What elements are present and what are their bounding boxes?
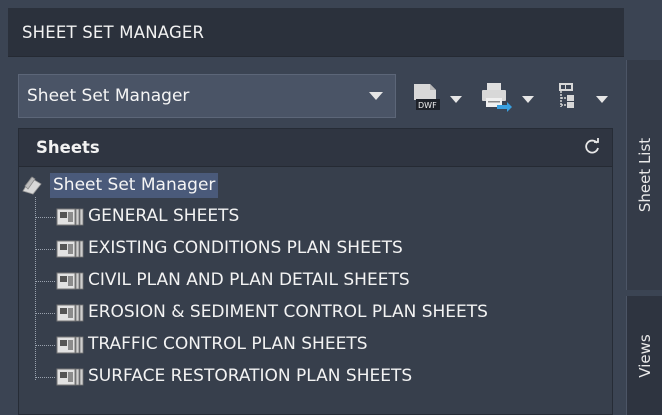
palette-title: SHEET SET MANAGER xyxy=(22,23,205,42)
tree-branch-line xyxy=(35,377,55,378)
sheet-set-dropdown-value: Sheet Set Manager xyxy=(27,86,190,106)
tree-branch-line xyxy=(35,345,55,346)
tab-views-label: Views xyxy=(636,333,654,378)
publish-dropdown-chevron-icon[interactable] xyxy=(450,96,462,103)
tree-branch-line xyxy=(35,313,55,314)
printer-icon xyxy=(482,83,512,112)
tree-branch-line xyxy=(35,281,55,282)
sheet-subset-icon xyxy=(56,368,84,386)
tree-branch-line xyxy=(35,249,55,250)
chevron-down-icon xyxy=(369,92,383,100)
sheet-subset-icon xyxy=(56,208,84,226)
sheet-set-icon xyxy=(22,176,42,195)
tree-item-label: CIVIL PLAN AND PLAN DETAIL SHEETS xyxy=(88,270,410,290)
window-frame-top xyxy=(0,0,662,8)
tree-item-label: GENERAL SHEETS xyxy=(88,206,240,226)
publish-dwf-icon-text: DWF xyxy=(418,101,437,110)
publish-dwf-button[interactable]: DWF xyxy=(410,80,444,112)
tree-item-label: EXISTING CONDITIONS PLAN SHEETS xyxy=(88,238,403,258)
tab-sheet-list[interactable]: Sheet List xyxy=(626,60,662,290)
sheets-panel-header: Sheets xyxy=(19,129,612,167)
window-frame-left xyxy=(0,0,8,415)
sheet-tree-icon xyxy=(559,83,574,108)
sheets-panel-title: Sheets xyxy=(36,138,100,157)
sheet-tools-dropdown-chevron-icon[interactable] xyxy=(596,96,608,103)
palette-title-bar[interactable]: SHEET SET MANAGER xyxy=(8,8,624,57)
tree-item-label: SURFACE RESTORATION PLAN SHEETS xyxy=(88,366,413,386)
tree-connector-line xyxy=(35,197,36,380)
tab-sheet-list-label: Sheet List xyxy=(636,137,654,213)
sheet-subset-icon xyxy=(56,336,84,354)
plot-dropdown-chevron-icon[interactable] xyxy=(522,96,534,103)
tree-branch-line xyxy=(35,217,55,218)
sheet-set-dropdown[interactable]: Sheet Set Manager xyxy=(18,74,396,118)
refresh-icon[interactable] xyxy=(582,137,602,157)
sheet-subset-icon xyxy=(56,240,84,258)
tab-views[interactable]: Views xyxy=(626,296,662,415)
plot-button[interactable] xyxy=(479,80,513,112)
tree-item-label: EROSION & SEDIMENT CONTROL PLAN SHEETS xyxy=(88,302,488,322)
sheet-subset-icon xyxy=(56,272,84,290)
tree-item-label: TRAFFIC CONTROL PLAN SHEETS xyxy=(88,334,368,354)
tree-root-label: Sheet Set Manager xyxy=(50,173,219,198)
publish-dwf-icon: DWF xyxy=(414,84,440,110)
sheet-set-tools-button[interactable] xyxy=(553,80,581,112)
sheets-panel: Sheets Sheet Set Manager GENERAL SHEETS … xyxy=(18,128,613,415)
sheet-subset-icon xyxy=(56,304,84,322)
